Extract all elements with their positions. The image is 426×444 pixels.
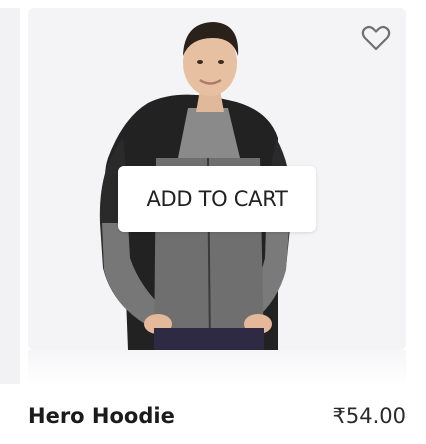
add-to-cart-button[interactable]: ADD TO CART xyxy=(118,166,316,232)
product-price: ₹54.00 xyxy=(332,404,406,428)
wishlist-button[interactable] xyxy=(360,22,392,54)
product-image-area[interactable]: ADD TO CART xyxy=(28,8,406,350)
previous-card-price: ) xyxy=(0,404,1,430)
previous-card-image-edge[interactable] xyxy=(0,8,20,384)
product-name[interactable]: Hero Hoodie xyxy=(28,404,175,428)
image-bottom-fade xyxy=(28,350,406,386)
product-card[interactable]: ADD TO CART Hero Hoodie ₹54.00 xyxy=(28,8,406,444)
heart-outline-icon xyxy=(361,25,391,51)
